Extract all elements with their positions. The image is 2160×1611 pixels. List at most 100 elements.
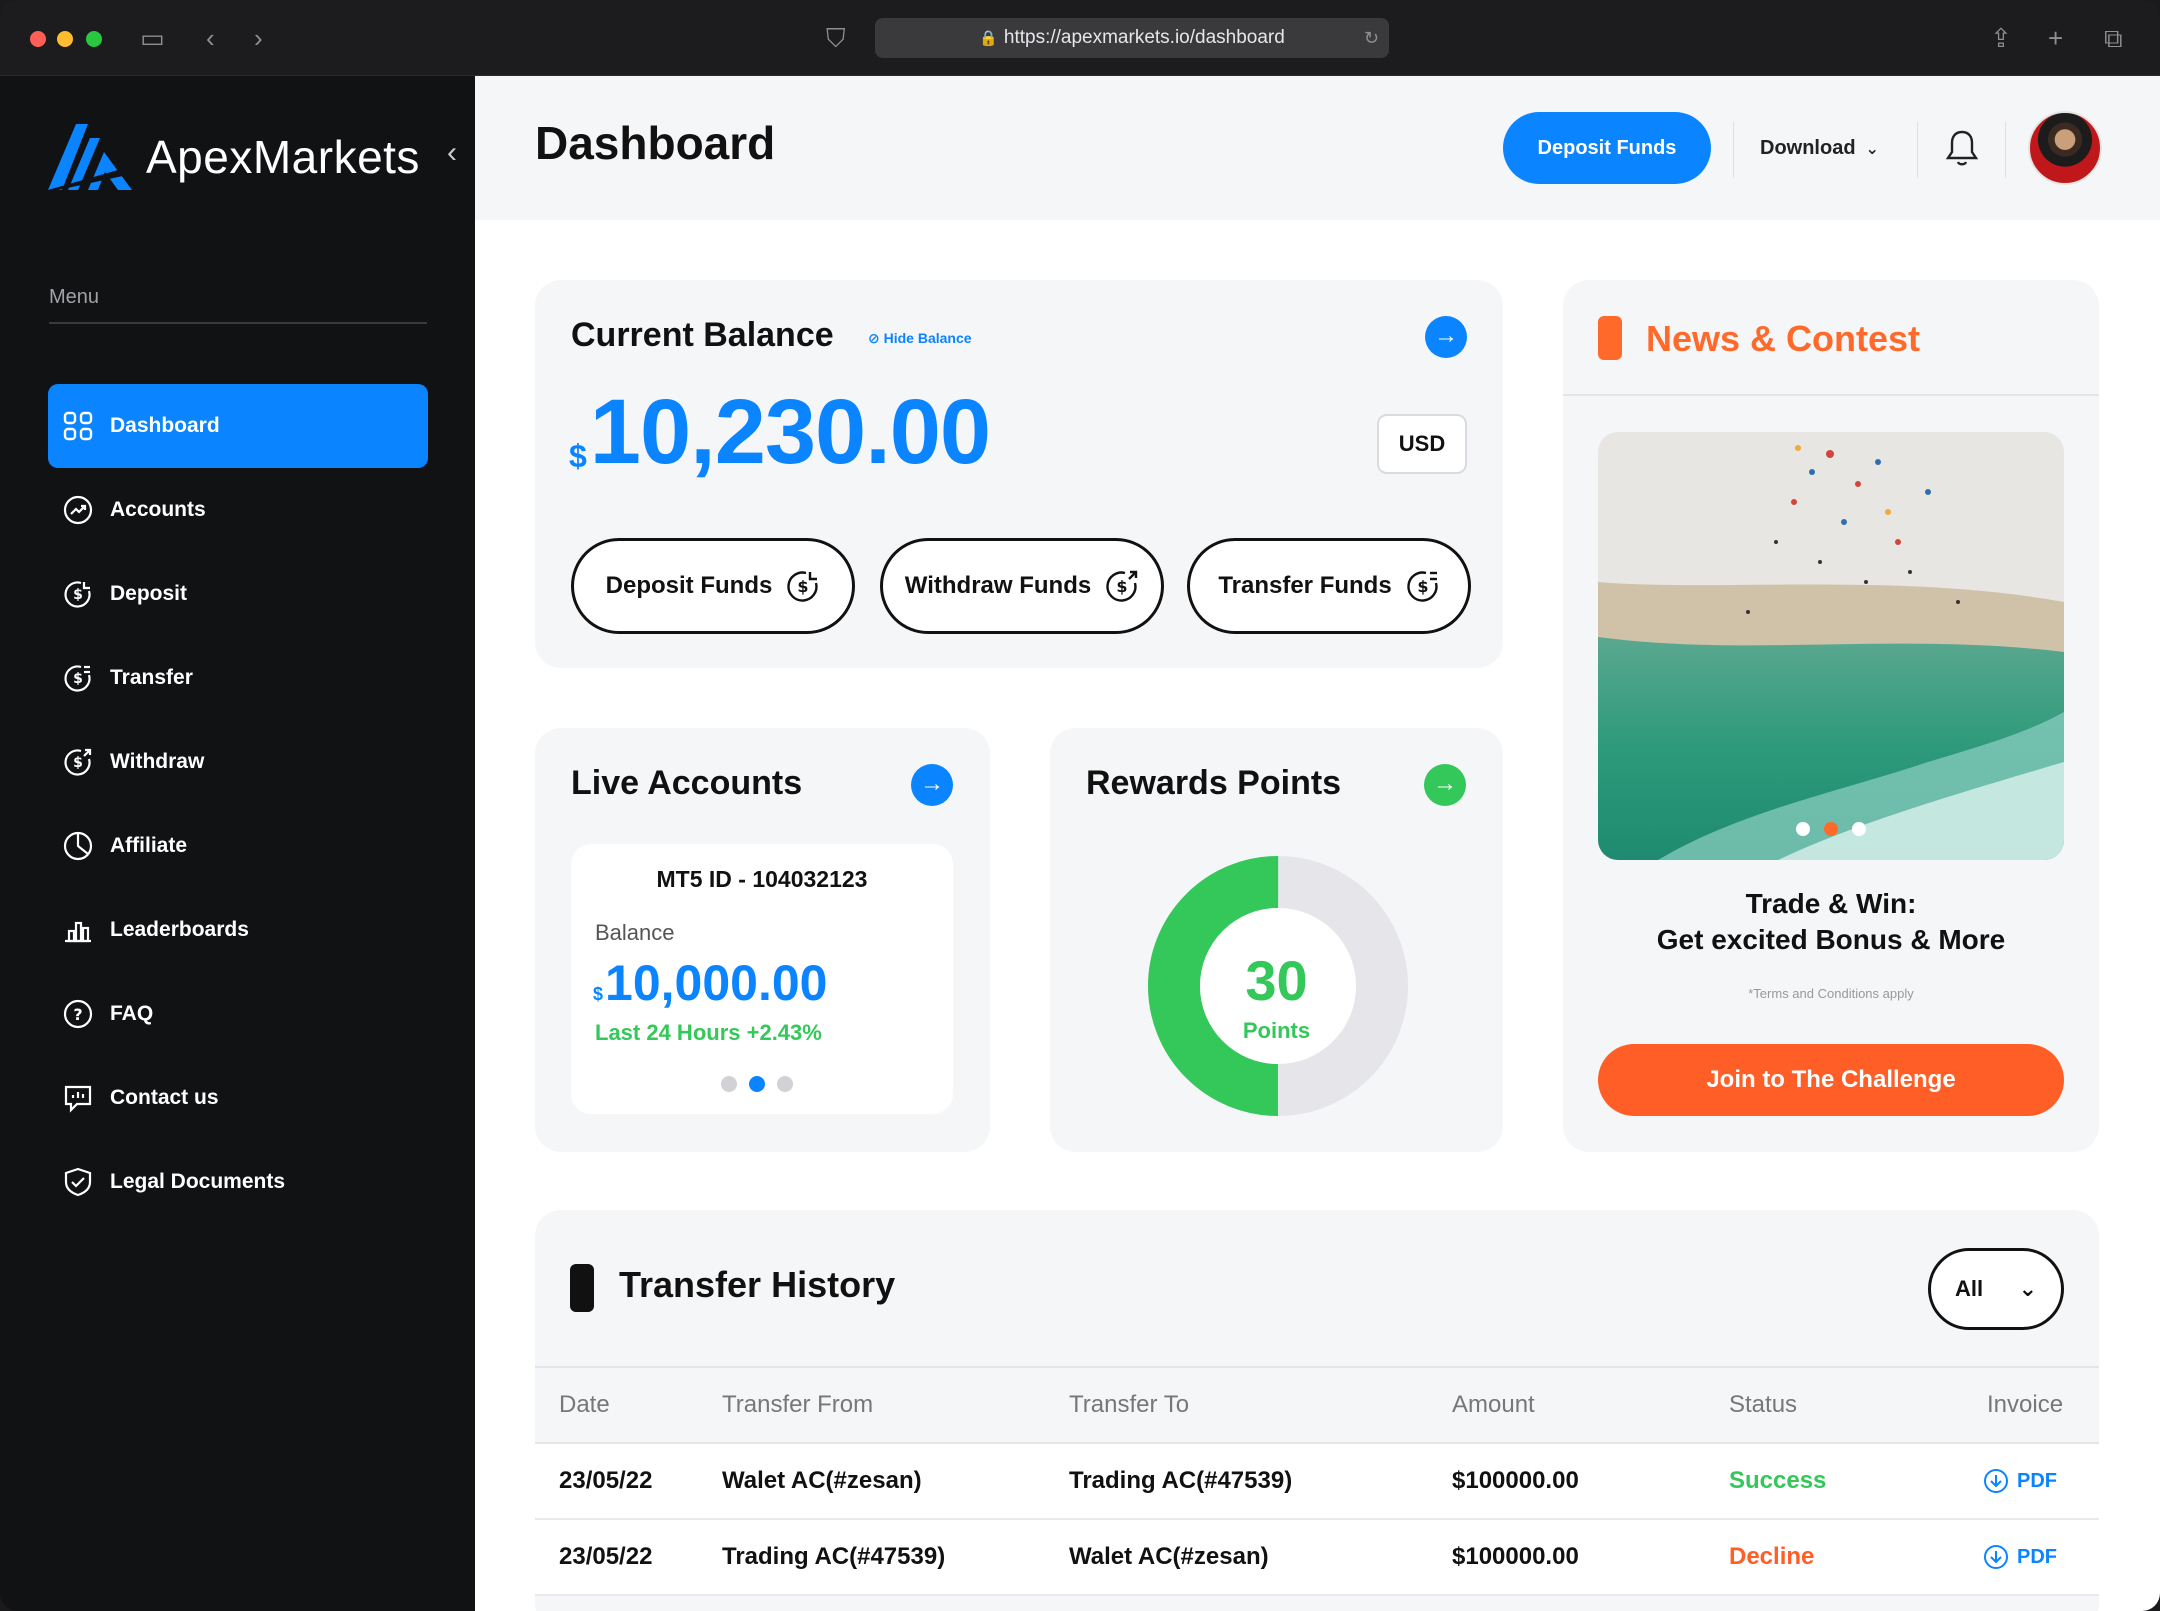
current-balance-title: Current Balance (571, 316, 834, 354)
address-bar[interactable]: 🔒 https://apexmarkets.io/dashboard ↻ (875, 18, 1389, 58)
column-header-from[interactable]: Transfer From (722, 1368, 873, 1442)
sidebar-item-dashboard[interactable]: Dashboard (48, 384, 428, 468)
dollar-out-icon: $ (62, 746, 94, 778)
row-amount: $100000.00 (1452, 1467, 1579, 1494)
svg-text:$: $ (798, 577, 809, 596)
deposit-funds-button[interactable]: Deposit Funds $ (571, 538, 855, 634)
carousel-dot-active[interactable] (749, 1076, 765, 1092)
tabs-overview-icon[interactable]: ⧉ (2104, 22, 2123, 54)
carousel-dot[interactable] (777, 1076, 793, 1092)
chevron-down-icon: ⌄ (2018, 1276, 2037, 1301)
account-balance-label: Balance (595, 920, 675, 945)
sidebar-item-deposit[interactable]: $ Deposit (48, 552, 428, 636)
carousel-dot[interactable] (1796, 822, 1810, 836)
minimize-window-button[interactable] (57, 31, 73, 47)
news-divider (1563, 394, 2099, 396)
sidebar-item-label: Transfer (110, 666, 193, 689)
account-carousel-card[interactable]: MT5 ID - 104032123 Balance $10,000.00 La… (571, 844, 953, 1114)
trend-icon (62, 494, 94, 526)
sidebar-item-transfer[interactable]: $ Transfer (48, 636, 428, 720)
collapse-sidebar-icon[interactable]: ‹ (447, 136, 457, 170)
avatar[interactable] (2028, 111, 2102, 185)
menu-label: Menu (49, 286, 100, 308)
grid-icon (62, 410, 94, 442)
sidebar-item-faq[interactable]: ? FAQ (48, 972, 428, 1056)
back-icon[interactable]: ‹ (206, 22, 215, 54)
account-balance: $10,000.00 (593, 954, 827, 1012)
brand-logo[interactable]: ApexMarkets (48, 124, 420, 190)
rewards-title: Rewards Points (1086, 764, 1342, 802)
page-title: Dashboard (535, 117, 776, 169)
sidebar-item-affiliate[interactable]: Affiliate (48, 804, 428, 888)
status-badge: Decline (1729, 1543, 1815, 1570)
news-title: News & Contest (1646, 318, 1921, 359)
current-balance-card: Current Balance ⊘ Hide Balance → $10,230… (535, 280, 1503, 668)
close-window-button[interactable] (30, 31, 46, 47)
currency-selector[interactable]: USD (1377, 414, 1467, 474)
column-header-date[interactable]: Date (559, 1368, 610, 1442)
rewards-points-card: Rewards Points → 30 Points (1050, 728, 1503, 1152)
bell-icon[interactable] (1944, 128, 1980, 168)
hide-balance-toggle[interactable]: ⊘ Hide Balance (868, 330, 972, 347)
balance-arrow-button[interactable]: → (1425, 316, 1467, 358)
dollar-transfer-icon: $ (1406, 571, 1438, 602)
brand-name: ApexMarkets (146, 131, 420, 183)
privacy-shield-icon[interactable]: ⛉ (826, 22, 846, 54)
new-tab-icon[interactable]: + (2048, 22, 2063, 54)
header-deposit-button[interactable]: Deposit Funds (1503, 112, 1711, 184)
sidebar-item-legal-documents[interactable]: Legal Documents (48, 1140, 428, 1224)
carousel-dot[interactable] (721, 1076, 737, 1092)
join-challenge-button[interactable]: Join to The Challenge (1598, 1044, 2064, 1116)
dollar-out-icon: $ (1106, 570, 1138, 602)
currency-symbol: $ (593, 984, 604, 1004)
invoice-label: PDF (2017, 1469, 2057, 1492)
sidebar-item-contact[interactable]: Contact us (48, 1056, 428, 1140)
browser-toolbar: ▭ ‹ › ⛉ 🔒 https://apexmarkets.io/dashboar… (0, 0, 2160, 76)
invoice-pdf-link[interactable]: PDF (1983, 1520, 2057, 1594)
carousel-dot[interactable] (1852, 822, 1866, 836)
share-icon[interactable]: ⇪ (1990, 22, 2012, 54)
transfer-funds-button[interactable]: Transfer Funds $ (1187, 538, 1471, 634)
svg-text:$: $ (73, 587, 83, 603)
forward-icon[interactable]: › (254, 22, 263, 54)
history-filter-dropdown[interactable]: All ⌄ (1928, 1248, 2064, 1330)
arrow-right-icon: → (1433, 770, 1457, 797)
column-header-invoice[interactable]: Invoice (1987, 1368, 2063, 1442)
rewards-arrow-button[interactable]: → (1424, 764, 1466, 806)
withdraw-funds-button[interactable]: Withdraw Funds $ (880, 538, 1164, 634)
filter-value: All (1955, 1276, 1984, 1301)
download-dropdown[interactable]: Download ⌄ (1760, 112, 1879, 184)
table-row: 23/05/22 Walet AC(#zesan) Trading AC(#47… (535, 1444, 2099, 1520)
sidebar-item-accounts[interactable]: Accounts (48, 468, 428, 552)
invoice-label: PDF (2017, 1545, 2057, 1568)
row-to: Walet AC(#zesan) (1069, 1543, 1269, 1570)
carousel-dot-active[interactable] (1824, 822, 1838, 836)
invoice-pdf-link[interactable]: PDF (1983, 1444, 2057, 1518)
live-accounts-arrow-button[interactable]: → (911, 764, 953, 806)
menu-divider (49, 322, 427, 324)
reload-icon[interactable]: ↻ (1364, 18, 1379, 58)
sidebar: ApexMarkets ‹ Menu Dashboard Accounts $ (0, 76, 475, 1611)
transfer-history-card: Transfer History All ⌄ Date Transfer Fro… (535, 1210, 2099, 1611)
chevron-down-icon: ⌄ (1865, 141, 1879, 158)
news-accent-bar (1598, 316, 1622, 360)
news-banner-image[interactable] (1598, 432, 2064, 860)
column-header-amount[interactable]: Amount (1452, 1368, 1535, 1442)
sidebar-toggle-icon[interactable]: ▭ (140, 22, 165, 54)
column-header-status[interactable]: Status (1729, 1368, 1797, 1442)
live-accounts-title: Live Accounts (571, 764, 803, 802)
svg-text:?: ? (73, 1005, 82, 1024)
news-contest-card: News & Contest Trade & Win: Get excited … (1563, 280, 2099, 1152)
arrow-right-icon: → (1434, 322, 1458, 349)
top-header: Dashboard Deposit Funds Download ⌄ (475, 76, 2160, 220)
carousel-dots (721, 1076, 793, 1092)
sidebar-nav: Dashboard Accounts $ Deposit $ Transfer (48, 384, 428, 1224)
main-content: Dashboard Deposit Funds Download ⌄ Curren… (475, 76, 2160, 1611)
hide-balance-label: Hide Balance (883, 330, 972, 346)
shield-check-icon (62, 1166, 94, 1198)
lock-icon: 🔒 (979, 30, 998, 47)
column-header-to[interactable]: Transfer To (1069, 1368, 1189, 1442)
sidebar-item-withdraw[interactable]: $ Withdraw (48, 720, 428, 804)
sidebar-item-leaderboards[interactable]: Leaderboards (48, 888, 428, 972)
zoom-window-button[interactable] (86, 31, 102, 47)
